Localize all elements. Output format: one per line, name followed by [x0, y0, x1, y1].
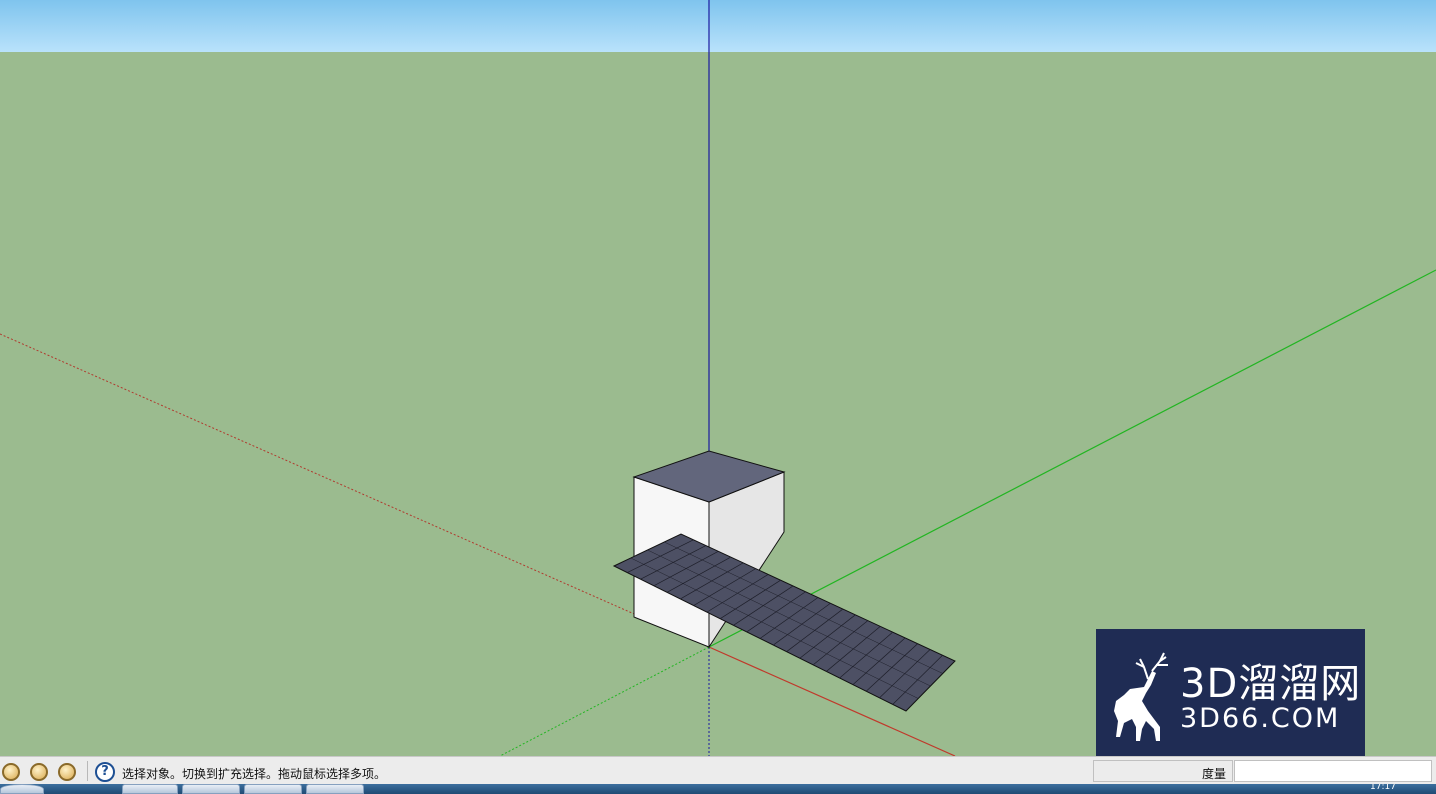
question-circle-icon[interactable]: ? [95, 762, 115, 782]
brand-url: 3D66.COM [1180, 703, 1341, 734]
start-button[interactable] [0, 784, 44, 794]
taskbar-app-2[interactable] [182, 784, 240, 794]
deer-logo-icon [1114, 652, 1168, 741]
status-bar: ? 选择对象。切换到扩充选择。拖动鼠标选择多项。 度量 [0, 756, 1436, 784]
status-message: 选择对象。切换到扩充选择。拖动鼠标选择多项。 [122, 767, 387, 781]
watermark-logo: 3D溜溜网 3D66.COM [1096, 629, 1365, 767]
measurements-input[interactable] [1234, 760, 1432, 782]
geo-location-icon[interactable] [2, 763, 20, 781]
green-axis-positive [708, 269, 1436, 648]
user-sign-in-icon[interactable] [58, 763, 76, 781]
status-divider [87, 761, 88, 781]
taskbar-clock: 17:17 [1370, 784, 1396, 792]
taskbar-app-1[interactable] [122, 784, 178, 794]
green-axis-negative [499, 646, 710, 756]
taskbar-app-3[interactable] [244, 784, 302, 794]
windows-taskbar: 17:17 [0, 784, 1436, 794]
brand-name: 3D溜溜网 [1180, 661, 1362, 707]
red-axis-negative [0, 333, 710, 648]
measurements-label-box: 度量 [1093, 760, 1233, 782]
credits-icon[interactable] [30, 763, 48, 781]
measurements-label: 度量 [1201, 767, 1226, 781]
taskbar-app-4[interactable] [306, 784, 364, 794]
